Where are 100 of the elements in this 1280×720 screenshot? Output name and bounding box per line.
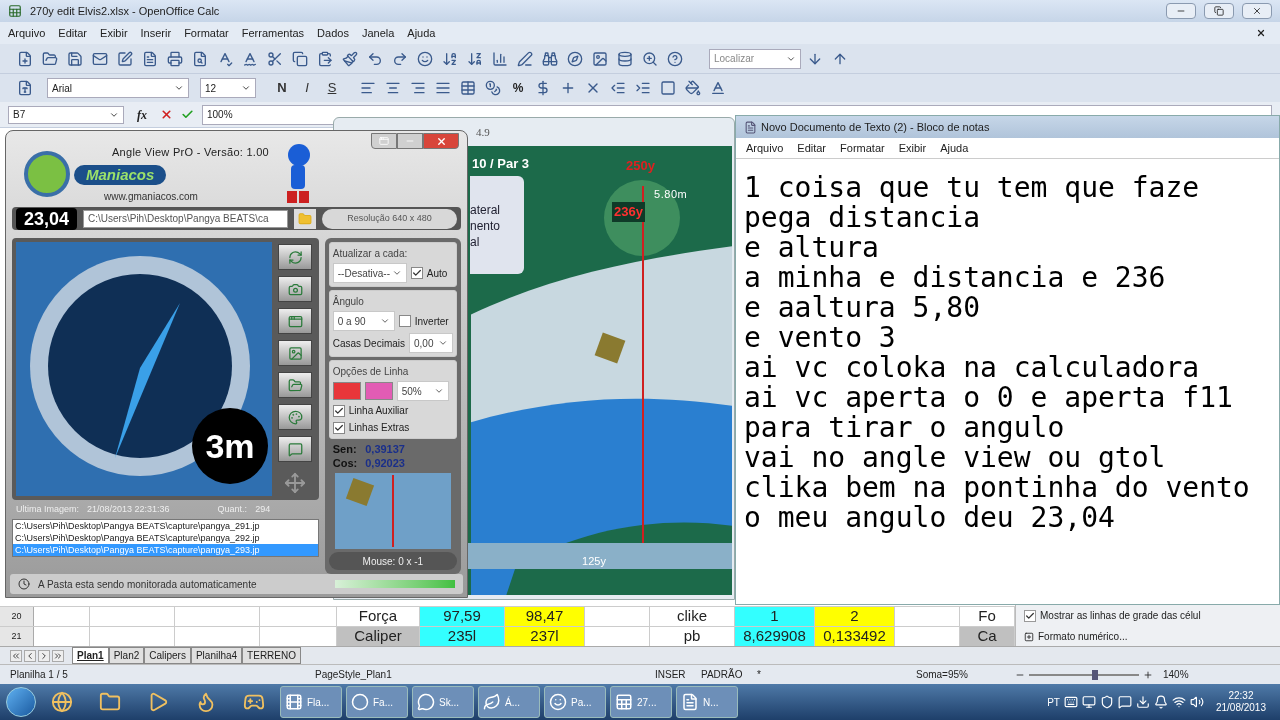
font-name-field[interactable]: Arial	[47, 78, 189, 98]
clock-time[interactable]: 22:32	[1228, 690, 1254, 702]
menu-item[interactable]: Ajuda	[407, 24, 436, 42]
restore-button[interactable]	[371, 133, 397, 149]
section-header[interactable]: Formato numérico...	[1038, 629, 1128, 644]
refresh-icon	[287, 249, 303, 265]
sheet-tab[interactable]: Calipers	[144, 647, 191, 664]
interval-dropdown[interactable]: --Desativa--	[332, 263, 407, 284]
close-button[interactable]	[423, 133, 459, 149]
menu-item[interactable]: Editar	[58, 24, 88, 42]
monitor-icon[interactable]	[1081, 695, 1096, 709]
checkbox[interactable]	[1024, 609, 1036, 622]
volume-icon[interactable]	[1189, 695, 1204, 709]
folder-button[interactable]	[294, 208, 317, 229]
checkbox[interactable]	[332, 421, 345, 434]
file-list[interactable]: C:\Users\Pih\Desktop\Pangya BEATS\capture\pangya_291.jp C:\Users\Pih\Desktop\Pangya BEATS\capture\pangya_292.jp C:\Users\Pih\Desktop\Pangya BEATS\capture\pangya_293.jp	[12, 518, 319, 557]
binoculars-icon	[542, 50, 558, 67]
chat-button[interactable]	[278, 436, 312, 463]
table-cell: 8,629908	[735, 627, 815, 646]
group-legend: Opções de Linha	[332, 364, 453, 380]
first-sheet-icon[interactable]	[10, 649, 22, 662]
menu-item[interactable]: Editar	[797, 139, 827, 157]
sheet-tab[interactable]: TERRENO	[242, 647, 301, 664]
image-icon	[592, 50, 608, 67]
last-sheet-icon[interactable]	[52, 649, 64, 662]
range-dropdown[interactable]: 0 a 90	[332, 311, 395, 332]
sheet-tab[interactable]: Plan1	[72, 647, 109, 664]
sheet-tab[interactable]: Planilha4	[190, 647, 243, 664]
brush-icon	[342, 50, 358, 67]
close-document-icon[interactable]	[1256, 28, 1266, 38]
app-icon	[483, 693, 501, 711]
checkbox[interactable]	[398, 315, 411, 328]
menu-item[interactable]: Exibir	[100, 24, 128, 42]
language-indicator[interactable]: PT	[1047, 694, 1060, 710]
text-line: vai no angle view ou gtol	[744, 443, 1167, 473]
table-cell: 2	[815, 607, 895, 626]
refresh-button[interactable]	[278, 244, 312, 271]
color-swatch[interactable]	[364, 382, 393, 401]
percent-button[interactable]: %	[507, 77, 529, 99]
cell-reference-field[interactable]: B7	[8, 105, 124, 124]
find-field[interactable]: Localizar	[709, 48, 801, 69]
shield-icon[interactable]	[1099, 695, 1114, 709]
checkbox[interactable]	[332, 404, 345, 417]
camera-button[interactable]	[278, 276, 312, 303]
color-swatch[interactable]	[332, 382, 361, 401]
row-number: 20	[0, 607, 34, 626]
save-icon	[67, 50, 83, 67]
zoom-thumb[interactable]	[1092, 669, 1098, 680]
format-button[interactable]: I	[296, 77, 318, 99]
accept-icon[interactable]	[181, 108, 194, 121]
start-button[interactable]	[6, 687, 36, 717]
menu-item[interactable]: Exibir	[898, 139, 927, 157]
menu-item[interactable]: Ferramentas	[241, 24, 305, 42]
minimize-button[interactable]	[397, 133, 423, 149]
sen-value: 0,39137	[365, 442, 406, 457]
bell-icon[interactable]	[1153, 695, 1168, 709]
menu-item[interactable]: Dados	[317, 24, 349, 42]
menu-item[interactable]: Ajuda	[940, 139, 969, 157]
chat-icon[interactable]	[1117, 695, 1132, 709]
format-button[interactable]: S	[321, 77, 343, 99]
next-sheet-icon[interactable]	[38, 649, 50, 662]
menu-text: al	[470, 234, 481, 250]
font-size-field[interactable]: 12	[200, 78, 256, 98]
menu-item[interactable]: Janela	[361, 24, 395, 42]
checkbox-label: Inverter	[414, 314, 449, 329]
file-list-item[interactable]: C:\Users\Pih\Desktop\Pangya BEATS\capture\pangya_292.jp	[13, 531, 318, 544]
network-icon[interactable]	[1171, 695, 1186, 709]
restore-button[interactable]	[1204, 3, 1234, 19]
sheet-tab[interactable]: Plan2	[108, 647, 145, 664]
folder-icon	[42, 50, 58, 67]
format-button[interactable]: N	[271, 77, 293, 99]
image-button[interactable]	[278, 340, 312, 367]
window-button[interactable]	[278, 308, 312, 335]
text-line: e altura	[744, 233, 880, 263]
keyboard-icon[interactable]	[1063, 695, 1078, 709]
path-field[interactable]: C:\Users\Pih\Desktop\Pangya BEATS\ca	[83, 209, 289, 228]
menu-item[interactable]: Formatar	[184, 24, 229, 42]
expand-icon[interactable]	[1024, 631, 1034, 642]
decimals-dropdown[interactable]: 0,00	[409, 333, 453, 354]
zoom-in-icon[interactable]	[1143, 669, 1153, 680]
cancel-icon[interactable]	[160, 108, 173, 121]
menu-item[interactable]: Arquivo	[746, 139, 784, 157]
clock-date[interactable]: 21/08/2013	[1215, 702, 1266, 714]
file-list-item[interactable]: C:\Users\Pih\Desktop\Pangya BEATS\capture\pangya_291.jp	[13, 519, 318, 532]
palette-button[interactable]	[278, 404, 312, 431]
menu-item[interactable]: Formatar	[840, 139, 885, 157]
checkbox[interactable]	[410, 267, 423, 280]
text-line: a minha e distancia e 236	[744, 263, 1167, 293]
caret-icon	[174, 83, 184, 93]
app-icon	[351, 693, 369, 711]
download-icon[interactable]	[1135, 695, 1150, 709]
menu-item[interactable]: Arquivo	[8, 24, 46, 42]
folder-button[interactable]	[278, 372, 312, 399]
menu-text: nento	[470, 218, 502, 234]
menu-item[interactable]: Inserir	[140, 24, 172, 42]
close-button[interactable]	[1242, 3, 1272, 19]
previous-sheet-icon[interactable]	[24, 649, 36, 662]
website-link[interactable]: www.gmaniacos.com	[74, 188, 269, 204]
opacity-dropdown[interactable]: 50%	[396, 381, 449, 402]
function-button[interactable]: fx	[132, 105, 152, 124]
